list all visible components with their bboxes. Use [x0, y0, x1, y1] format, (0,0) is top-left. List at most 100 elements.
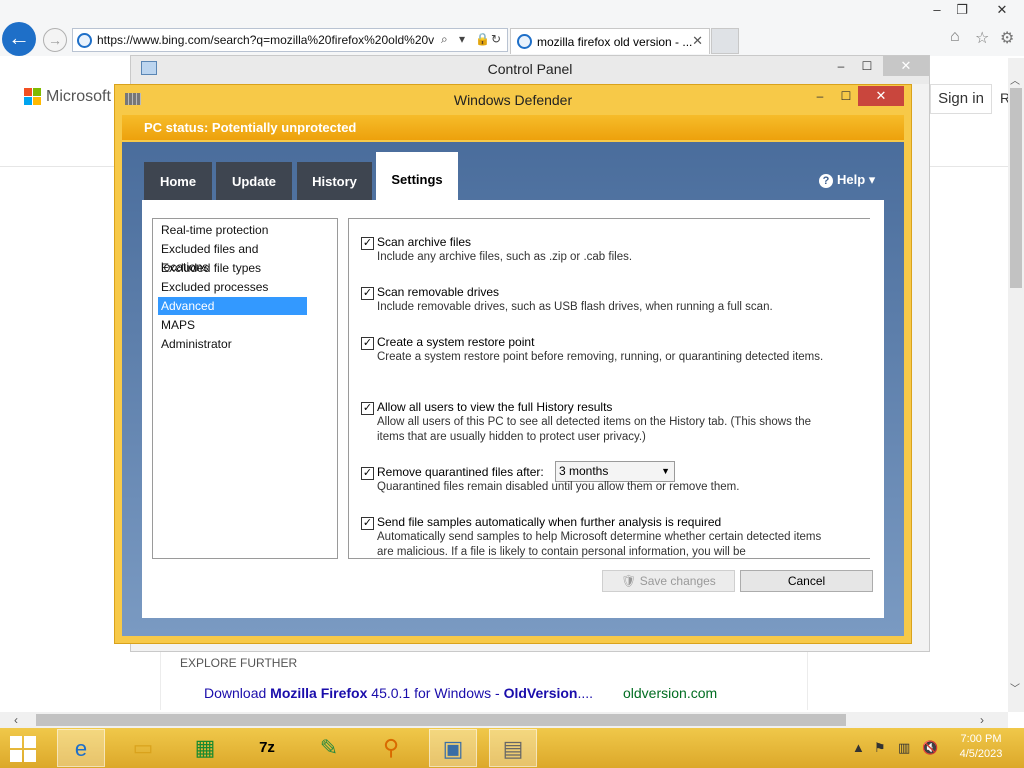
- option-description: Include removable drives, such as USB fl…: [377, 301, 773, 313]
- option-title: Create a system restore point: [377, 335, 535, 349]
- tab-update[interactable]: Update: [216, 162, 292, 200]
- checkbox[interactable]: ✓: [361, 237, 374, 250]
- close-button[interactable]: ✕: [883, 56, 929, 76]
- brand-name: Microsoft: [46, 88, 111, 105]
- tab-history[interactable]: History: [297, 162, 372, 200]
- checkbox[interactable]: ✓: [361, 517, 374, 530]
- minimize-button[interactable]: –: [807, 89, 833, 103]
- gear-icon[interactable]: ⚙: [1000, 28, 1014, 48]
- option-title: Remove quarantined files after:: [377, 465, 544, 479]
- scroll-thumb[interactable]: [36, 714, 846, 726]
- restore-button[interactable]: ❐: [950, 2, 974, 18]
- option-title: Scan removable drives: [377, 285, 500, 299]
- page-vertical-scrollbar[interactable]: ︿ ﹀: [1008, 58, 1024, 712]
- page-horizontal-scrollbar[interactable]: ‹ ›: [0, 712, 1008, 728]
- scroll-up-icon[interactable]: ︿: [1010, 72, 1020, 87]
- scroll-thumb[interactable]: [1010, 88, 1022, 288]
- tab-settings[interactable]: Settings: [376, 152, 458, 200]
- tab-home[interactable]: Home: [144, 162, 212, 200]
- scroll-down-icon[interactable]: ﹀: [1010, 680, 1020, 695]
- result-link[interactable]: Download Mozilla Firefox 45.0.1 for Wind…: [204, 685, 593, 701]
- sign-in-button[interactable]: Sign in: [930, 84, 992, 114]
- control-panel-titlebar[interactable]: Control Panel – ☐ ✕: [131, 56, 929, 84]
- search-icon[interactable]: ⌕: [441, 32, 448, 47]
- close-tab-icon[interactable]: ✕: [692, 33, 703, 49]
- taskbar: e ▭ ▦ 7z ✎ ⚲ ▣ ▤ ▲ ⚑ ▥ 🔇 7:00 PM 4/5/202…: [0, 728, 1024, 768]
- chevron-down-icon: ▾: [868, 172, 876, 187]
- defender-body: Home Update History Settings ? Help ▾ Rea…: [122, 142, 904, 636]
- option-description: Include any archive files, such as .zip …: [377, 251, 633, 263]
- internet-explorer-icon[interactable]: e: [57, 729, 105, 767]
- scroll-right-icon[interactable]: ›: [980, 713, 984, 727]
- option-description: Create a system restore point before rem…: [377, 351, 824, 363]
- close-button[interactable]: ✕: [990, 2, 1014, 18]
- help-icon: ?: [819, 174, 833, 188]
- browser-toolbar: – ❐ ✕ ← → https://www.bing.com/search?q=…: [0, 0, 1024, 56]
- tab-search-results[interactable]: mozilla firefox old version - ... ✕: [510, 28, 710, 54]
- minimize-button[interactable]: –: [925, 2, 949, 17]
- checkbox[interactable]: ✓: [361, 402, 374, 415]
- speaker-muted-icon[interactable]: 🔇: [922, 740, 938, 756]
- option-title: Allow all users to view the full History…: [377, 400, 613, 414]
- nav-item-excluded-file-types[interactable]: Excluded file types: [158, 259, 307, 277]
- save-changes-button[interactable]: 🛡 Save changes: [602, 570, 735, 592]
- clock-time: 7:00 PM: [960, 733, 1002, 745]
- flag-icon[interactable]: ⚑: [874, 740, 886, 756]
- settings-nav: Real-time protection Excluded files and …: [152, 218, 338, 559]
- nav-item-administrator[interactable]: Administrator: [158, 335, 307, 353]
- quarantine-period-select[interactable]: 3 months ▼: [555, 461, 675, 482]
- checkbox[interactable]: ✓: [361, 337, 374, 350]
- defender-titlebar[interactable]: Windows Defender – ☐ ✕: [115, 85, 911, 115]
- start-button[interactable]: [10, 736, 36, 762]
- option-title: Scan archive files: [377, 235, 472, 249]
- nav-item-excluded-files[interactable]: Excluded files and locations: [158, 240, 307, 274]
- checkbox[interactable]: ✓: [361, 467, 374, 480]
- refresh-icon[interactable]: ↻: [491, 32, 501, 46]
- checkbox[interactable]: ✓: [361, 287, 374, 300]
- nav-item-real-time-protection[interactable]: Real-time protection: [158, 221, 307, 239]
- notepad-icon[interactable]: ✎: [305, 729, 353, 767]
- 7zip-icon[interactable]: 7z: [243, 729, 291, 767]
- close-button[interactable]: ✕: [858, 86, 904, 106]
- store-icon[interactable]: ▦: [181, 729, 229, 767]
- search-icon[interactable]: ⚲: [367, 729, 415, 767]
- nav-item-excluded-processes[interactable]: Excluded processes: [158, 278, 307, 296]
- shield-icon: 🛡: [621, 574, 637, 588]
- lock-icon[interactable]: 🔒: [475, 32, 490, 46]
- nav-item-maps[interactable]: MAPS: [158, 316, 307, 334]
- maximize-button[interactable]: ☐: [853, 56, 881, 76]
- nav-item-advanced[interactable]: Advanced: [158, 297, 307, 315]
- help-button[interactable]: ? Help ▾: [819, 172, 875, 188]
- dropdown-icon[interactable]: ▾: [459, 32, 465, 46]
- star-icon[interactable]: ☆: [975, 28, 989, 48]
- clock[interactable]: 7:00 PM 4/5/2023: [948, 732, 1014, 762]
- new-tab-button[interactable]: [711, 28, 739, 54]
- scroll-left-icon[interactable]: ‹: [14, 713, 18, 727]
- tab-title: mozilla firefox old version - ...: [537, 35, 693, 49]
- forward-button[interactable]: →: [43, 28, 67, 52]
- file-explorer-icon[interactable]: ▭: [119, 729, 167, 767]
- pc-status-text: PC status: Potentially unprotected: [144, 120, 357, 135]
- option-description: Quarantined files remain disabled until …: [377, 481, 740, 493]
- url-text[interactable]: https://www.bing.com/search?q=mozilla%20…: [97, 33, 437, 47]
- pc-status-bar: PC status: Potentially unprotected: [122, 115, 904, 140]
- home-icon[interactable]: ⌂: [950, 28, 960, 46]
- select-value: 3 months: [559, 464, 609, 478]
- result-site[interactable]: oldversion.com: [623, 685, 717, 701]
- clock-date: 4/5/2023: [959, 748, 1003, 760]
- control-panel-icon[interactable]: ▣: [429, 729, 477, 767]
- windows-defender-icon[interactable]: ▤: [489, 729, 537, 767]
- network-icon[interactable]: ▥: [898, 740, 910, 756]
- advanced-options: ✓ Scan archive files Include any archive…: [348, 218, 870, 559]
- option-title: Send file samples automatically when fur…: [377, 515, 722, 529]
- option-description: Automatically send samples to help Micro…: [377, 531, 822, 558]
- show-hidden-icons-icon[interactable]: ▲: [852, 740, 865, 755]
- cancel-button[interactable]: Cancel: [740, 570, 873, 592]
- maximize-button[interactable]: ☐: [833, 89, 859, 103]
- minimize-button[interactable]: –: [827, 56, 855, 76]
- chevron-down-icon: ▼: [661, 466, 670, 476]
- back-button[interactable]: ←: [2, 22, 36, 56]
- ie-favicon-icon: [77, 33, 92, 48]
- address-bar[interactable]: https://www.bing.com/search?q=mozilla%20…: [72, 28, 508, 52]
- ie-favicon-icon: [517, 34, 532, 49]
